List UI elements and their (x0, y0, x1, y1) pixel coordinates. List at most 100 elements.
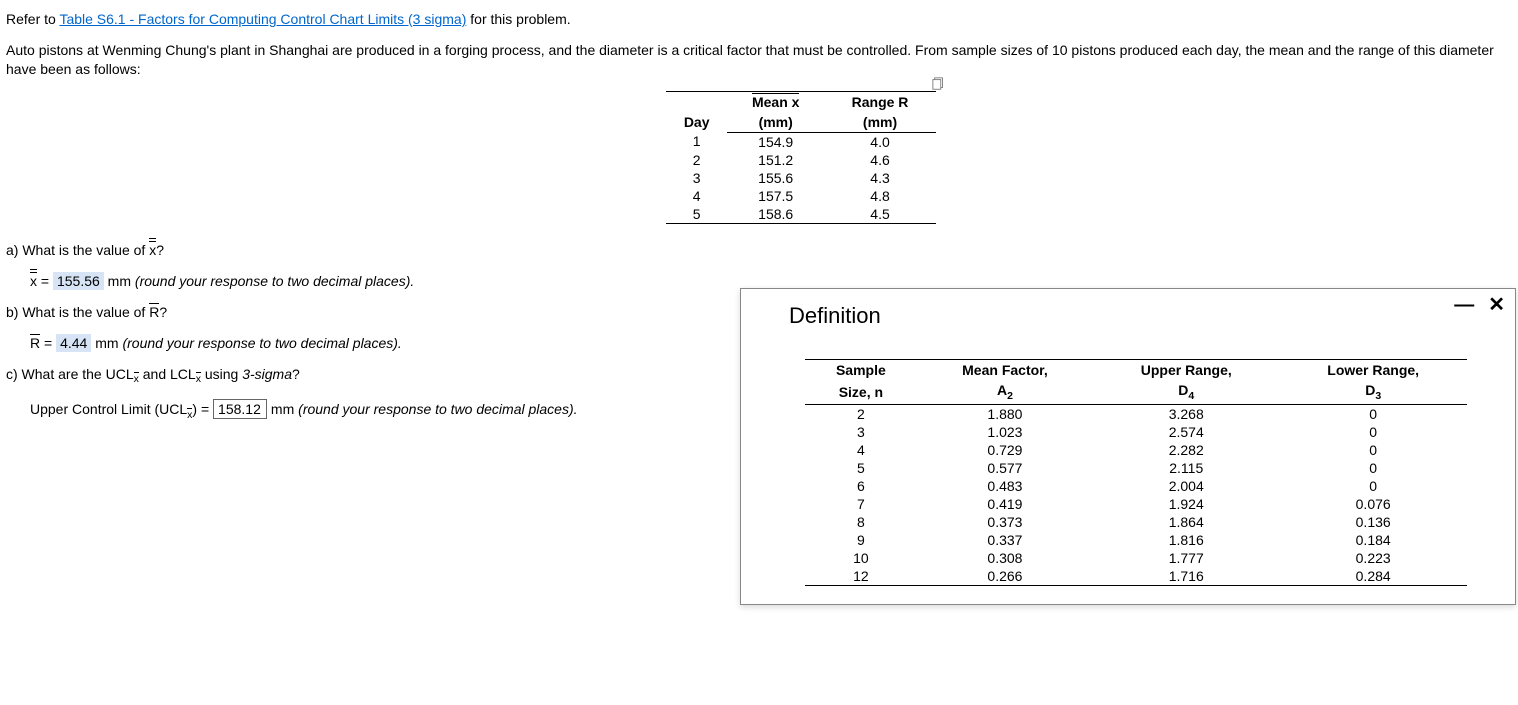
cell-a2: 0.337 (917, 531, 1093, 549)
cell-d3: 0.223 (1279, 549, 1467, 567)
answer-a-value[interactable]: 155.56 (53, 272, 104, 290)
qc-pre: c) What are the UCL (6, 366, 134, 382)
cell-d4: 2.004 (1093, 477, 1279, 495)
refer-prefix: Refer to (6, 11, 59, 27)
cell-n: 4 (805, 441, 917, 459)
cell-d3: 0.076 (1279, 495, 1467, 513)
cell-d3: 0 (1279, 423, 1467, 441)
table-row: 70.4191.9240.076 (805, 495, 1467, 513)
sample-data-table: Day Mean x Range R (mm) (mm) 1154.94.021… (666, 91, 936, 224)
cell-mean: 155.6 (727, 169, 824, 187)
cell-a2: 0.373 (917, 513, 1093, 531)
table-row: 3155.64.3 (666, 169, 936, 187)
cell-mean: 151.2 (727, 151, 824, 169)
table-row: 2151.24.6 (666, 151, 936, 169)
table-row: 4157.54.8 (666, 187, 936, 205)
qc-q: ? (292, 366, 300, 382)
cell-range: 4.0 (824, 132, 936, 151)
cell-day: 1 (666, 132, 727, 151)
table-link[interactable]: Table S6.1 - Factors for Computing Contr… (59, 11, 466, 27)
definition-popup: Definition — ✕ Sample Mean Factor, Upper… (740, 288, 1516, 605)
cell-d3: 0.184 (1279, 531, 1467, 549)
qa-suffix: ? (156, 242, 164, 258)
cell-n: 5 (805, 459, 917, 477)
answer-c-value[interactable]: 158.12 (213, 399, 267, 419)
cell-d3: 0 (1279, 441, 1467, 459)
cell-d3: 0 (1279, 404, 1467, 423)
col-n-top: Sample (805, 360, 917, 381)
xdblbar-ans: x (30, 273, 37, 289)
table-row: 21.8803.2680 (805, 404, 1467, 423)
cell-a2: 0.308 (917, 549, 1093, 567)
col-a2-top: Mean Factor, (917, 360, 1093, 381)
col-range-bot: (mm) (824, 112, 936, 133)
col-n-bot: Size, n (805, 380, 917, 404)
xdblbar-symbol: x (149, 242, 156, 258)
cell-d4: 2.115 (1093, 459, 1279, 477)
refer-line: Refer to Table S6.1 - Factors for Comput… (6, 10, 1512, 29)
col-a2-bot: A2 (917, 380, 1093, 404)
cell-a2: 1.880 (917, 404, 1093, 423)
cell-d4: 2.574 (1093, 423, 1279, 441)
cell-d3: 0 (1279, 477, 1467, 495)
cell-a2: 1.023 (917, 423, 1093, 441)
answer-a: x = 155.56 mm (round your response to tw… (30, 272, 1512, 290)
cell-d4: 1.716 (1093, 567, 1279, 586)
table-row: 60.4832.0040 (805, 477, 1467, 495)
col-d4-bot: D4 (1093, 380, 1279, 404)
cell-d4: 1.816 (1093, 531, 1279, 549)
cell-a2: 0.729 (917, 441, 1093, 459)
col-mean-bot: (mm) (727, 112, 824, 133)
cell-d3: 0.136 (1279, 513, 1467, 531)
col-range-top: Range R (824, 91, 936, 112)
col-day: Day (666, 91, 727, 132)
qb-unit: mm (91, 335, 122, 351)
table-row: 1154.94.0 (666, 132, 936, 151)
cell-a2: 0.419 (917, 495, 1093, 513)
copy-icon[interactable] (932, 77, 946, 91)
minimize-icon[interactable]: — (1454, 295, 1474, 315)
cell-n: 12 (805, 567, 917, 586)
popup-title: Definition (789, 303, 881, 328)
cell-day: 4 (666, 187, 727, 205)
qc-label-post: ) = (192, 401, 213, 417)
refer-suffix: for this problem. (466, 11, 570, 27)
qc-post: using (201, 366, 242, 382)
qb-eq: = (40, 335, 56, 351)
table-row: 90.3371.8160.184 (805, 531, 1467, 549)
qa-eq: = (37, 273, 53, 289)
table-row: 31.0232.5740 (805, 423, 1467, 441)
qc-label-pre: Upper Control Limit (UCL (30, 401, 187, 417)
qb-hint: (round your response to two decimal plac… (122, 335, 401, 351)
answer-b-value[interactable]: 4.44 (56, 334, 91, 352)
qc-hint: (round your response to two decimal plac… (298, 401, 577, 417)
qb-prefix: b) What is the value of (6, 304, 149, 320)
qc-mid: and LCL (139, 366, 196, 382)
cell-d4: 2.282 (1093, 441, 1279, 459)
qb-suffix: ? (159, 304, 167, 320)
col-d3-top: Lower Range, (1279, 360, 1467, 381)
factor-table: Sample Mean Factor, Upper Range, Lower R… (805, 359, 1467, 586)
qa-prefix: a) What is the value of (6, 242, 149, 258)
cell-range: 4.8 (824, 187, 936, 205)
cell-n: 8 (805, 513, 917, 531)
cell-d4: 3.268 (1093, 404, 1279, 423)
cell-n: 3 (805, 423, 917, 441)
table-row: 100.3081.7770.223 (805, 549, 1467, 567)
close-icon[interactable]: ✕ (1488, 295, 1505, 315)
cell-n: 10 (805, 549, 917, 567)
question-a: a) What is the value of x? (6, 242, 1512, 258)
cell-day: 3 (666, 169, 727, 187)
col-d3-bot: D3 (1279, 380, 1467, 404)
cell-a2: 0.577 (917, 459, 1093, 477)
cell-range: 4.5 (824, 205, 936, 224)
cell-d4: 1.777 (1093, 549, 1279, 567)
cell-n: 6 (805, 477, 917, 495)
col-d4-top: Upper Range, (1093, 360, 1279, 381)
table-row: 40.7292.2820 (805, 441, 1467, 459)
cell-d4: 1.924 (1093, 495, 1279, 513)
rbar-ans: R (30, 335, 40, 351)
table-row: 120.2661.7160.284 (805, 567, 1467, 586)
qa-unit: mm (104, 273, 135, 289)
cell-n: 9 (805, 531, 917, 549)
